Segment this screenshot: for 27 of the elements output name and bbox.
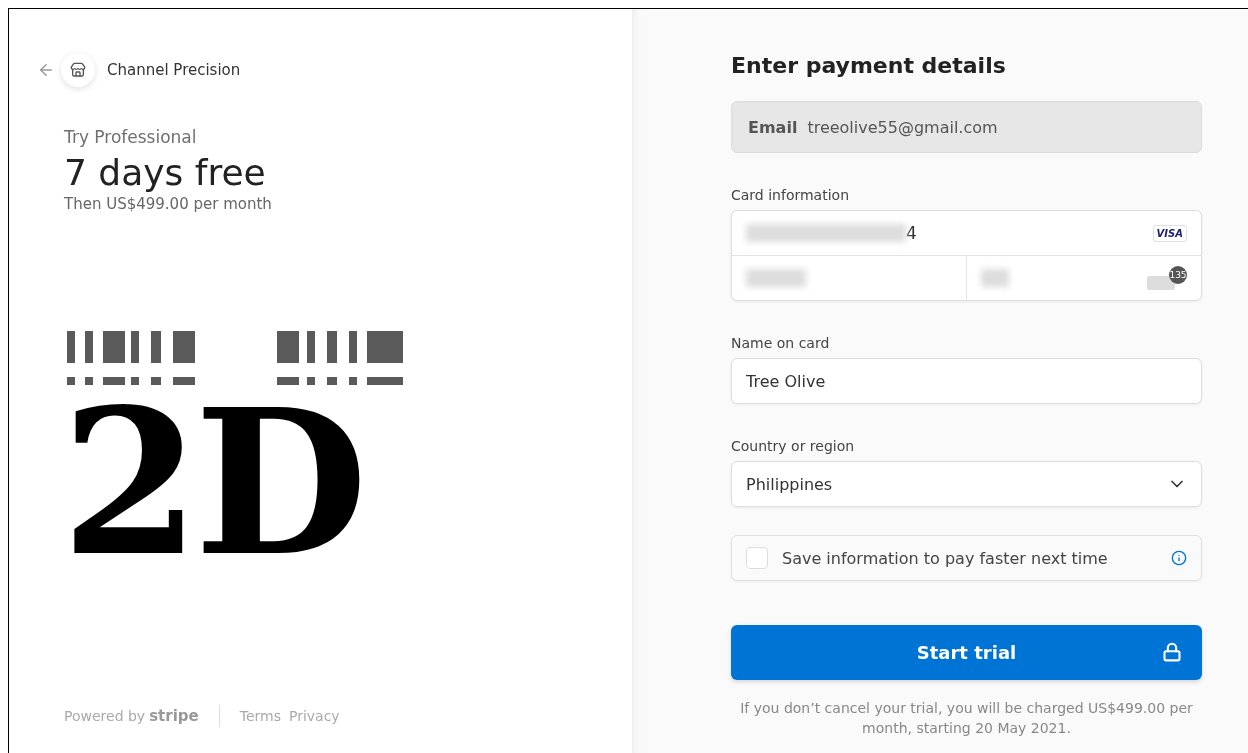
stripe-logo: stripe — [149, 707, 199, 725]
powered-by-text: Powered by — [64, 708, 146, 724]
logo-text: 2D — [61, 402, 362, 563]
lock-icon — [1162, 642, 1182, 662]
save-checkbox[interactable] — [746, 547, 768, 569]
price-text: Then US$499.00 per month — [64, 194, 273, 213]
email-value: treeolive55@gmail.com — [807, 117, 998, 137]
store-icon — [61, 53, 95, 87]
save-info-label: Save information to pay faster next time — [782, 548, 1109, 568]
trial-headline: 7 days free — [64, 153, 267, 193]
card-number-value: 4 — [906, 223, 917, 243]
info-icon[interactable] — [1171, 550, 1187, 566]
charge-notice: If you don’t cancel your trial, you will be charged US$499.00 per month, starting 20 May 2021. — [739, 699, 1194, 738]
merchant-name: Channel Precision — [107, 61, 241, 79]
card-number-field[interactable]: 4 VISA — [732, 211, 1201, 256]
field-label: Country or region — [731, 438, 856, 454]
plan-name: Try Professional — [64, 127, 198, 147]
name-field[interactable]: Tree Olive — [731, 358, 1202, 404]
cvc-field[interactable]: 135 — [966, 256, 1201, 300]
field-label: Name on card — [731, 335, 831, 351]
start-trial-button[interactable]: Start trial — [731, 625, 1202, 680]
email-label: Email — [748, 117, 798, 137]
form-title: Enter payment details — [731, 53, 1007, 78]
country-select[interactable]: Philippines — [731, 461, 1202, 507]
card-brand-logo: VISA — [1152, 224, 1187, 242]
email-field[interactable]: Email treeolive55@gmail.com — [731, 101, 1202, 153]
field-label: Card information — [731, 187, 850, 203]
